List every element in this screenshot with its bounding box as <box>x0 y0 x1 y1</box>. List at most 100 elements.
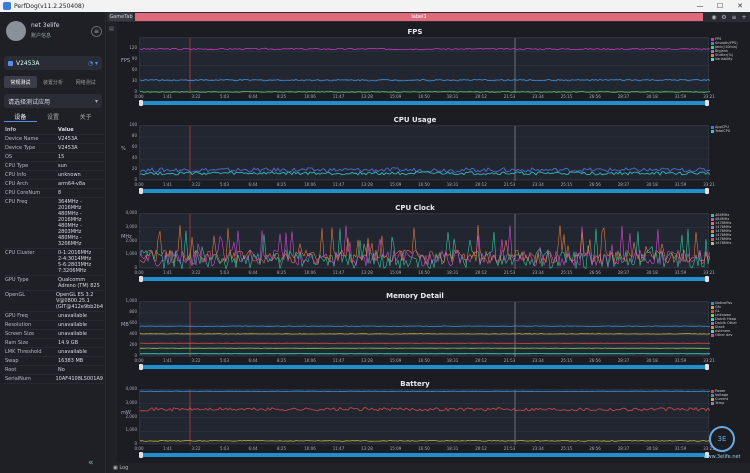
label-bar[interactable]: label1 <box>135 13 703 21</box>
chart-svg <box>139 213 711 271</box>
menu-icon[interactable]: ≡ <box>91 26 102 37</box>
x-tick-label: 5:03 <box>220 270 229 275</box>
range-start-handle[interactable] <box>139 100 143 106</box>
x-tick-label: 16:50 <box>418 358 430 363</box>
settings-icon[interactable]: ⚙ <box>720 13 728 21</box>
x-tick-label: 30:18 <box>646 182 658 187</box>
info-key: CPU Info <box>5 172 27 178</box>
x-tick-label: 26:56 <box>589 94 601 99</box>
x-tick-label: 25:15 <box>560 270 573 275</box>
x-tick-label: 8:25 <box>277 182 286 187</box>
range-end-handle[interactable] <box>705 276 709 282</box>
tab-device[interactable]: 设备 <box>4 112 37 122</box>
sliders-icon[interactable]: ≡ <box>730 13 738 21</box>
left-sidebar: net 3elife 账户信息 ≡ V2453A ◔ ▾ 常规测试 装置分析 网… <box>0 12 106 473</box>
chart-cpu-usage: CPU Usage% 0 20 40 60 80 100 0:00 1:41 3:22 5:03 6:… <box>121 116 741 200</box>
app-select[interactable]: 请选择测试应用 ▾ <box>4 94 102 108</box>
device-selector[interactable]: V2453A ◔ ▾ <box>4 56 102 70</box>
x-tick-label: 8:25 <box>277 94 286 99</box>
legend-swatch <box>711 317 714 321</box>
title-bar: PerfDog(v11.2.250408) — ☐ ✕ <box>0 0 750 12</box>
x-tick-label: 31:59 <box>674 270 687 275</box>
tab-about[interactable]: 关于 <box>69 112 102 122</box>
legend-swatch <box>711 309 714 313</box>
info-row: CPU Arch arm64-v8a <box>4 180 104 189</box>
range-start-handle[interactable] <box>139 188 143 194</box>
range-start-handle[interactable] <box>139 276 143 282</box>
account-info-link[interactable]: 账户信息 <box>31 32 51 39</box>
toggle-icon[interactable]: ▤ <box>109 26 115 32</box>
plot-area[interactable] <box>139 389 711 446</box>
legend-item[interactable]: Other dev <box>711 333 743 337</box>
x-tick-label: 6:44 <box>248 94 258 99</box>
time-range-scrollbar[interactable] <box>139 452 709 458</box>
close-button[interactable]: ✕ <box>730 0 750 12</box>
range-end-handle[interactable] <box>705 364 709 370</box>
legend-swatch <box>711 57 714 61</box>
y-tick-label: 3,000 <box>125 399 137 405</box>
info-row: CPU Cluster 0-1:2016MHz 2-4:3014MHz 5-6:2… <box>4 249 104 276</box>
range-start-handle[interactable] <box>139 364 143 370</box>
minimize-button[interactable]: — <box>690 0 710 12</box>
user-panel: net 3elife 账户信息 ≡ <box>4 18 102 48</box>
plot-area[interactable] <box>139 125 711 182</box>
x-tick-label: 6:44 <box>248 182 258 187</box>
info-key: Ram Size <box>5 340 29 346</box>
tab-normal-test[interactable]: 常规测试 <box>4 76 37 88</box>
plot-area[interactable] <box>139 213 711 271</box>
legend-item[interactable]: Temp <box>711 401 743 405</box>
range-end-handle[interactable] <box>705 188 709 194</box>
device-info-table: Info Value Device Name V2453A Device Type V24… <box>4 126 104 384</box>
x-tick-label: 21:53 <box>503 270 516 275</box>
maximize-button[interactable]: ☐ <box>710 0 730 12</box>
x-tick-label: 0:00 <box>134 270 144 275</box>
x-tick-label: 1:41 <box>163 446 172 451</box>
info-value: 10AF4108LS001A9 <box>55 376 104 382</box>
info-row: OS 15 <box>4 153 104 162</box>
x-tick-label: 3:22 <box>191 446 201 451</box>
tab-network-test[interactable]: 网络测试 <box>69 76 102 88</box>
x-tick-label: 20:12 <box>475 182 487 187</box>
tab-device-analysis[interactable]: 装置分析 <box>37 76 70 88</box>
log-button[interactable]: Log <box>119 465 128 471</box>
y-tick-label: 100 <box>129 122 137 127</box>
chart-legend: Power Voltage Current Temp <box>711 389 743 405</box>
game-tab[interactable]: GameTab <box>109 13 133 21</box>
chart-svg <box>139 389 711 446</box>
info-key: CPU Cluster <box>5 250 35 256</box>
time-range-scrollbar[interactable] <box>139 100 709 106</box>
x-tick-label: 21:53 <box>503 94 516 99</box>
y-tick-label: 60 <box>131 144 137 149</box>
x-tick-label: 21:53 <box>503 446 516 451</box>
y-tick-label: 200 <box>129 342 137 347</box>
legend-swatch <box>711 49 714 53</box>
legend-swatch <box>711 221 714 225</box>
info-value: V2453A <box>58 145 78 151</box>
avatar[interactable] <box>6 21 26 41</box>
info-key: Info <box>5 127 17 133</box>
legend-item[interactable]: TotalCPU <box>711 129 743 133</box>
x-tick-label: 28:37 <box>617 182 630 187</box>
time-range-scrollbar[interactable] <box>139 364 709 370</box>
x-tick-label: 0:00 <box>134 182 144 187</box>
legend-item[interactable]: Variability <box>711 57 743 61</box>
range-start-handle[interactable] <box>139 452 143 458</box>
legend-item[interactable]: 1478MHz <box>711 241 743 245</box>
range-end-handle[interactable] <box>705 100 709 106</box>
x-tick-label: 10:06 <box>304 446 316 451</box>
x-tick-label: 28:37 <box>617 94 630 99</box>
x-tick-label: 30:18 <box>646 358 658 363</box>
time-range-scrollbar[interactable] <box>139 188 709 194</box>
time-range-scrollbar[interactable] <box>139 276 709 282</box>
collapse-sidebar-icon[interactable]: « <box>88 458 94 468</box>
plot-area[interactable] <box>139 301 711 358</box>
chart-svg <box>139 125 711 182</box>
plot-area[interactable] <box>139 37 711 94</box>
tab-settings[interactable]: 设置 <box>37 112 70 122</box>
add-icon[interactable]: + <box>740 13 748 21</box>
x-tick-label: 18:31 <box>446 94 459 99</box>
info-value: 8 <box>58 190 62 196</box>
info-key: Device Name <box>5 136 39 142</box>
location-icon[interactable]: ◉ <box>710 13 718 21</box>
chart-battery: Battery mW 0 1,000 2,000 3,000 4,000 0:00 1:41 3:… <box>121 380 741 464</box>
